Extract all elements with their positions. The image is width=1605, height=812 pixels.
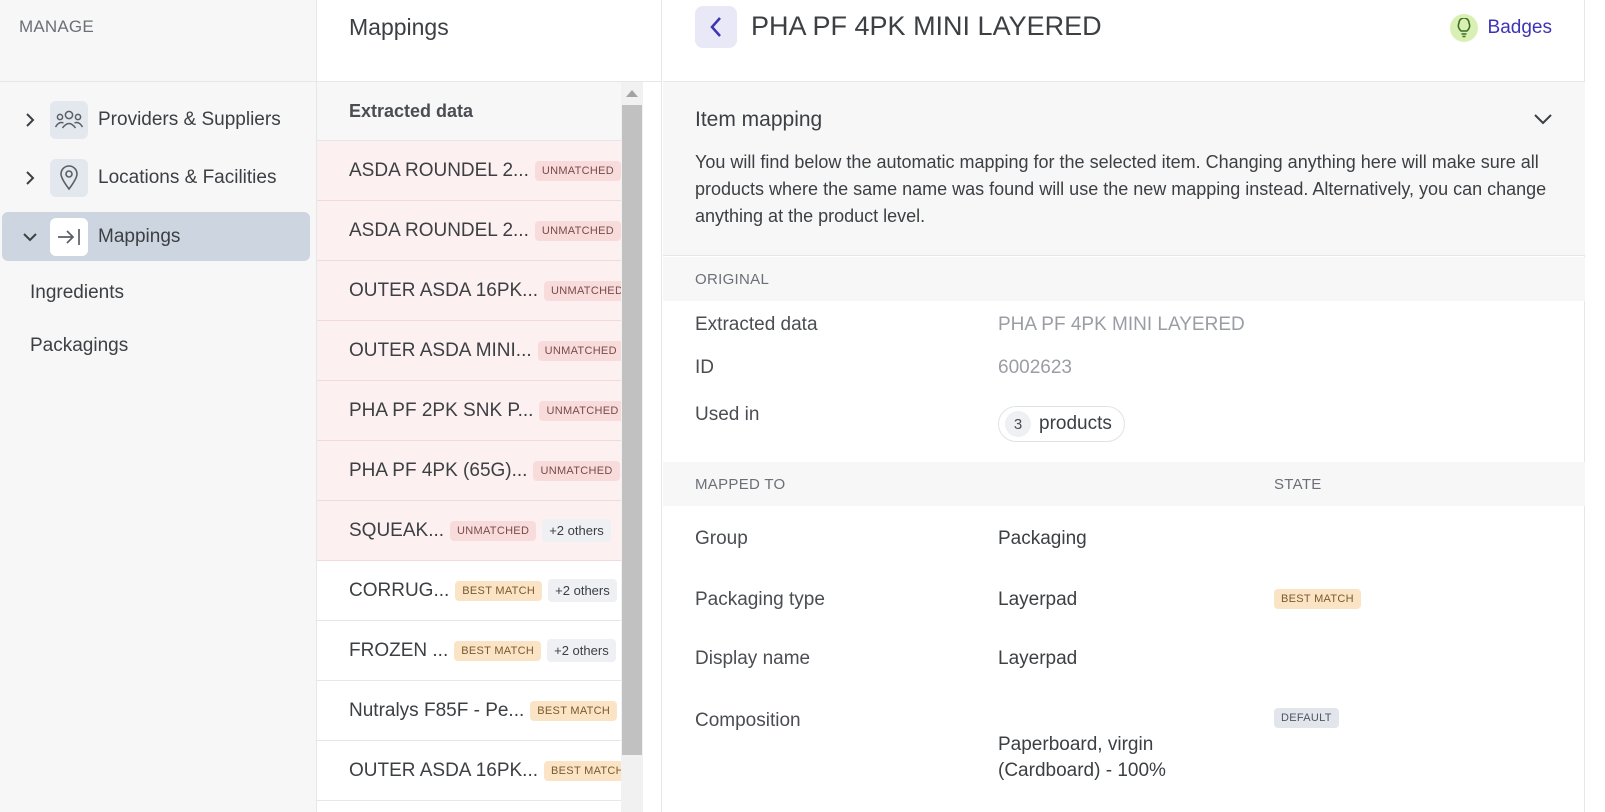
users-icon: [50, 100, 88, 139]
mappings-list: Extracted data ASDA ROUNDEL 2... UNMATCHE…: [317, 82, 638, 812]
used-in-label: Used in: [695, 404, 760, 425]
list-item-label: FROZEN ...: [349, 639, 449, 661]
state-badge-default: DEFAULT: [1274, 708, 1339, 728]
original-heading: ORIGINAL: [695, 270, 770, 288]
unmatched-badge: UNMATCHED: [539, 400, 626, 421]
best-match-badge: BEST MATCH: [455, 580, 543, 601]
original-section-header: ORIGINAL: [663, 257, 1585, 301]
window-edge: [1585, 0, 1605, 812]
best-match-badge: BEST MATCH: [544, 760, 631, 781]
list-item[interactable]: OUTER ASDA 16PK... UNMATCHED: [317, 261, 638, 321]
list-scrollbar[interactable]: [621, 82, 643, 812]
group-label: Group: [695, 528, 748, 549]
list-item-label: OUTER ASDA 16PK...: [349, 279, 539, 301]
badges-link[interactable]: Badges: [1449, 14, 1552, 42]
item-mapping-description: You will find below the automatic mappin…: [695, 152, 1547, 226]
id-label: ID: [695, 357, 714, 378]
used-in-products-pill[interactable]: 3 products: [998, 406, 1125, 442]
sidebar-subitem-packagings[interactable]: Packagings: [30, 335, 128, 357]
unmatched-badge: UNMATCHED: [534, 160, 622, 181]
sidebar-item-mappings[interactable]: Mappings: [2, 212, 310, 261]
list-item[interactable]: PHA PF 2PK SNK P... UNMATCHED: [317, 381, 638, 441]
list-item[interactable]: ASDA ROUNDEL 2... UNMATCHED: [317, 201, 638, 261]
others-count-badge[interactable]: +2 others: [542, 519, 611, 542]
mapping-arrow-icon: [50, 217, 88, 256]
list-item[interactable]: OUTER ASDA 16PK... BEST MATCH: [317, 741, 638, 801]
list-item[interactable]: ASDA ROUNDEL 2... UNMATCHED: [317, 141, 638, 201]
list-item[interactable]: SQUEAK... UNMATCHED +2 others: [317, 501, 638, 561]
sidebar-item-label: Locations & Facilities: [98, 166, 277, 188]
unmatched-badge: UNMATCHED: [537, 340, 624, 361]
sidebar-section-title: MANAGE: [19, 17, 94, 36]
list-item-label: Nutralys F85F - Pe...: [349, 699, 525, 721]
composition-label: Composition: [695, 710, 801, 731]
badges-link-label: Badges: [1487, 17, 1552, 38]
list-item-label: OUTER ASDA 16PK...: [349, 759, 539, 781]
list-item[interactable]: FROZEN ... BEST MATCH +2 others: [317, 621, 638, 681]
list-item-label: ASDA ROUNDEL 2...: [349, 219, 529, 241]
extracted-data-value: PHA PF 4PK MINI LAYERED: [998, 314, 1245, 335]
mappings-list-panel: Mappings Extracted data ASDA ROUNDEL 2..…: [317, 0, 662, 812]
packaging-type-value[interactable]: Layerpad: [998, 589, 1077, 611]
list-item[interactable]: OUTER ASDA MINI... UNMATCHED: [317, 321, 638, 381]
item-mapping-section: Item mapping You will find below the aut…: [663, 82, 1585, 256]
display-name-label: Display name: [695, 648, 811, 669]
chevron-down-icon: [20, 232, 40, 242]
extracted-data-label: Extracted data: [695, 314, 818, 335]
used-in-count: 3: [1005, 411, 1031, 437]
state-heading: STATE: [1274, 475, 1322, 493]
location-pin-icon: [50, 158, 88, 197]
used-in-unit: products: [1039, 413, 1112, 434]
chevron-right-icon: [20, 170, 40, 186]
state-badge-best-match: BEST MATCH: [1274, 589, 1361, 609]
scroll-up-arrow-icon[interactable]: [626, 90, 638, 97]
scrollbar-thumb[interactable]: [622, 105, 642, 755]
list-item-label: ASDA ROUNDEL 2...: [349, 159, 529, 181]
packaging-type-label: Packaging type: [695, 589, 825, 610]
sidebar-item-providers-suppliers[interactable]: Providers & Suppliers: [2, 95, 310, 144]
sidebar-divider: [0, 81, 317, 82]
list-header: Extracted data: [317, 82, 638, 141]
others-count-badge[interactable]: +2 others: [548, 579, 617, 602]
chevron-right-icon: [20, 112, 40, 128]
group-value[interactable]: Packaging: [998, 528, 1087, 550]
id-value: 6002623: [998, 357, 1072, 378]
chevron-left-icon: [710, 17, 721, 37]
list-item[interactable]: PHA PF 4PK (65G)... UNMATCHED: [317, 441, 638, 501]
mapped-to-heading: MAPPED TO: [695, 475, 786, 493]
list-item-label: CORRUG...: [349, 579, 450, 601]
best-match-badge: BEST MATCH: [530, 700, 618, 721]
collapse-chevron-icon[interactable]: [1533, 112, 1553, 130]
item-mapping-title: Item mapping: [695, 108, 823, 131]
lightbulb-icon: [1449, 14, 1478, 42]
list-item[interactable]: Nutralys F85F - Pe... BEST MATCH: [317, 681, 638, 741]
unmatched-badge: UNMATCHED: [544, 280, 631, 301]
panel-title: Mappings: [349, 14, 449, 40]
list-item-label: PHA PF 2PK SNK P...: [349, 399, 534, 421]
composition-value[interactable]: Paperboard, virgin (Cardboard) - 100%: [998, 732, 1258, 784]
sidebar-item-label: Mappings: [98, 225, 181, 247]
others-count-badge[interactable]: +2 others: [547, 639, 616, 662]
list-item-label: SQUEAK...: [349, 519, 445, 541]
list-item-label: PHA PF 4PK (65G)...: [349, 459, 528, 481]
mapped-to-section-header: MAPPED TO STATE: [663, 462, 1585, 506]
list-item[interactable]: CORRUG... BEST MATCH +2 others: [317, 561, 638, 621]
unmatched-badge: UNMATCHED: [533, 460, 620, 481]
sidebar-subitem-ingredients[interactable]: Ingredients: [30, 282, 124, 304]
display-name-value[interactable]: Layerpad: [998, 648, 1077, 670]
sidebar-item-label: Providers & Suppliers: [98, 108, 281, 130]
best-match-badge: BEST MATCH: [454, 640, 542, 661]
back-button[interactable]: [695, 6, 737, 48]
unmatched-badge: UNMATCHED: [450, 520, 537, 541]
sidebar-item-locations-facilities[interactable]: Locations & Facilities: [2, 153, 310, 202]
sidebar: MANAGE Providers & Suppliers Locations &…: [0, 0, 317, 812]
unmatched-badge: UNMATCHED: [534, 220, 622, 241]
page-title: PHA PF 4PK MINI LAYERED: [751, 11, 1102, 41]
list-item-label: OUTER ASDA MINI...: [349, 339, 532, 361]
detail-panel: PHA PF 4PK MINI LAYERED Badges Item mapp…: [663, 0, 1585, 812]
